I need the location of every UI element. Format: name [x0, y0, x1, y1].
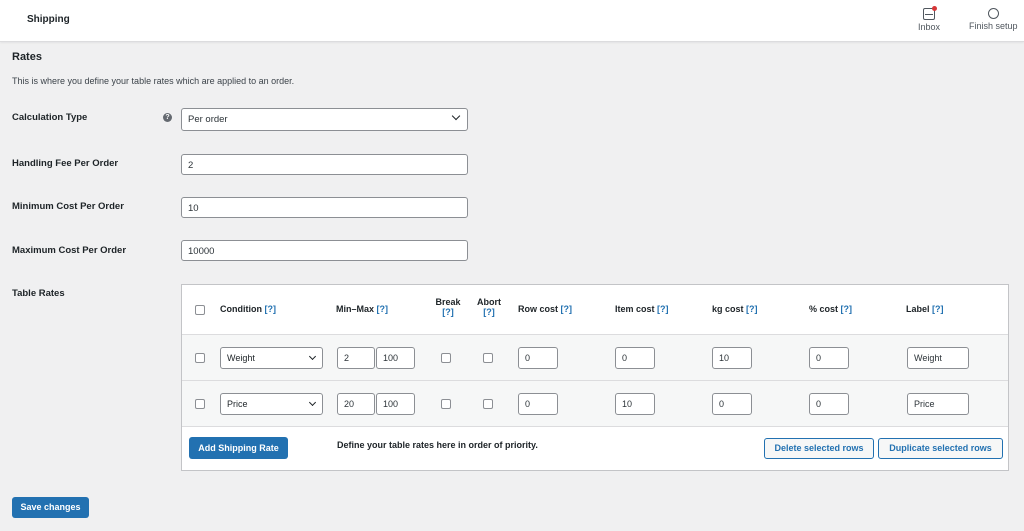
table-rates-label: Table Rates [12, 288, 65, 299]
inbox-label: Inbox [918, 22, 941, 32]
help-link[interactable]: [?] [932, 304, 944, 314]
break-checkbox[interactable] [441, 353, 451, 363]
header-row-cost: Row cost [?] [518, 304, 573, 314]
help-link[interactable]: [?] [657, 304, 669, 314]
abort-checkbox[interactable] [483, 353, 493, 363]
min-cost-label: Minimum Cost Per Order [12, 201, 124, 212]
page-title: Shipping [27, 14, 70, 25]
circle-icon [987, 8, 999, 19]
header-break: Break [?] [435, 297, 461, 317]
label-input[interactable]: Weight [907, 347, 969, 369]
header-minmax: Min–Max [?] [336, 304, 389, 314]
inbox-button[interactable]: Inbox [918, 6, 941, 32]
max-input[interactable]: 100 [376, 393, 415, 415]
header-kg-cost: kg cost [?] [712, 304, 758, 314]
header-item-cost: Item cost [?] [615, 304, 669, 314]
label-input[interactable]: Price [907, 393, 969, 415]
help-link[interactable]: [?] [841, 304, 853, 314]
row-cost-input[interactable]: 0 [518, 347, 558, 369]
table-footer: Add Shipping Rate Define your table rate… [182, 426, 1008, 471]
pct-cost-input[interactable]: 0 [809, 393, 849, 415]
item-cost-input[interactable]: 0 [615, 347, 655, 369]
chevron-down-icon [451, 111, 461, 121]
chevron-down-icon [308, 352, 317, 361]
kg-cost-input[interactable]: 10 [712, 347, 752, 369]
help-link[interactable]: [?] [265, 304, 277, 314]
calculation-type-label: Calculation Type [12, 112, 88, 123]
delete-selected-rows-button[interactable]: Delete selected rows [764, 438, 874, 459]
inbox-icon [923, 6, 938, 20]
add-shipping-rate-button[interactable]: Add Shipping Rate [189, 437, 288, 459]
table-row: Weight 2 100 0 0 10 0 Weight [182, 334, 1008, 381]
top-bar: Shipping Inbox Finish setup [0, 0, 1024, 42]
table-note: Define your table rates here in order of… [337, 440, 538, 450]
help-link[interactable]: [?] [377, 304, 389, 314]
select-all-checkbox[interactable] [195, 305, 205, 315]
row-checkbox[interactable] [195, 399, 205, 409]
help-icon[interactable]: ? [163, 113, 172, 122]
condition-select[interactable]: Weight [220, 347, 323, 369]
section-title: Rates [12, 51, 42, 63]
abort-checkbox[interactable] [483, 399, 493, 409]
calculation-type-value: Per order [188, 114, 228, 125]
min-cost-input[interactable]: 10 [181, 197, 468, 218]
finish-setup-label: Finish setup [969, 21, 1018, 31]
header-abort: Abort [?] [477, 297, 501, 317]
pct-cost-input[interactable]: 0 [809, 347, 849, 369]
condition-value: Weight [227, 353, 255, 363]
condition-select[interactable]: Price [220, 393, 323, 415]
max-cost-input[interactable]: 10000 [181, 240, 468, 261]
header-condition: Condition [?] [220, 304, 277, 314]
help-link[interactable]: [?] [442, 307, 454, 317]
section-description: This is where you define your table rate… [12, 76, 295, 86]
max-cost-label: Maximum Cost Per Order [12, 245, 127, 256]
duplicate-selected-rows-button[interactable]: Duplicate selected rows [878, 438, 1003, 459]
chevron-down-icon [308, 398, 317, 407]
help-link[interactable]: [?] [746, 304, 758, 314]
max-input[interactable]: 100 [376, 347, 415, 369]
kg-cost-input[interactable]: 0 [712, 393, 752, 415]
row-cost-input[interactable]: 0 [518, 393, 558, 415]
finish-setup-button[interactable]: Finish setup [969, 8, 1018, 31]
header-pct-cost: % cost [?] [809, 304, 853, 314]
break-checkbox[interactable] [441, 399, 451, 409]
row-checkbox[interactable] [195, 353, 205, 363]
help-link[interactable]: [?] [483, 307, 495, 317]
min-input[interactable]: 2 [337, 347, 375, 369]
table-rates-table: Condition [?] Min–Max [?] Break [?] Abort… [181, 284, 1009, 471]
handling-fee-label: Handling Fee Per Order [12, 158, 119, 169]
table-row: Price 20 100 0 10 0 0 Price [182, 380, 1008, 427]
help-link[interactable]: [?] [561, 304, 573, 314]
save-changes-button[interactable]: Save changes [12, 497, 89, 518]
handling-fee-input[interactable]: 2 [181, 154, 468, 175]
condition-value: Price [227, 399, 248, 409]
min-input[interactable]: 20 [337, 393, 375, 415]
calculation-type-select[interactable]: Per order [181, 108, 468, 131]
item-cost-input[interactable]: 10 [615, 393, 655, 415]
header-label: Label [?] [906, 304, 944, 314]
notification-dot [932, 6, 938, 11]
